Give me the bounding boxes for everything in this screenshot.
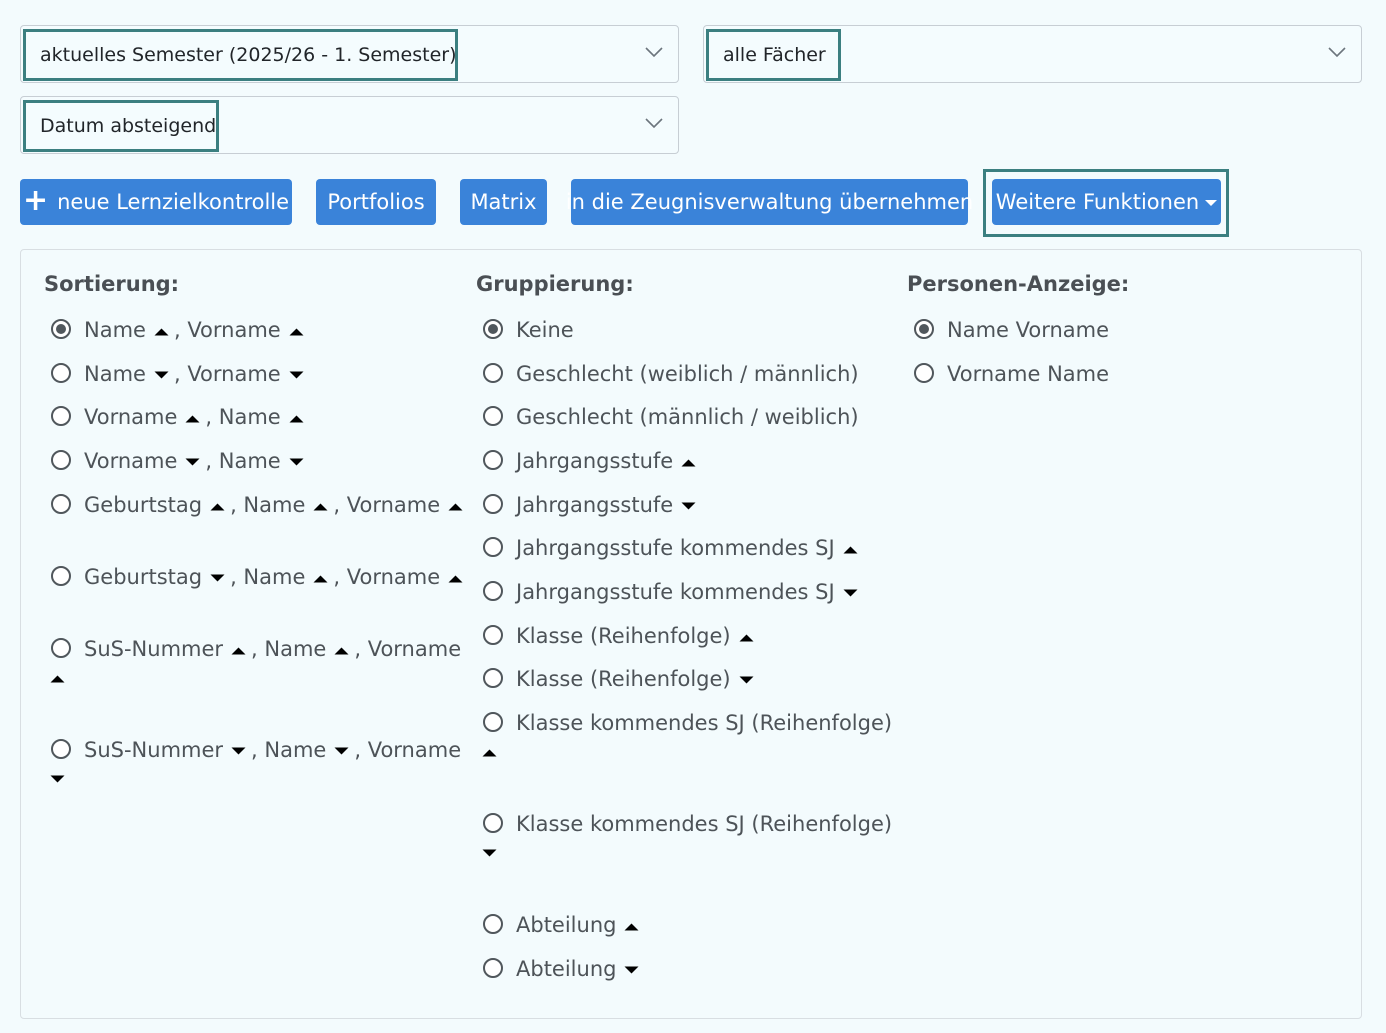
radio-button[interactable] [483,625,503,645]
radio-button[interactable] [51,363,71,383]
order-select-value: Datum absteigend [23,100,219,152]
more-functions-button[interactable]: Weitere Funktionen [992,179,1221,225]
chevron-down-icon [737,674,756,687]
chevron-up-icon [622,920,641,933]
chevron-down-icon [48,773,67,786]
chevron-up-icon [311,500,330,513]
plus-icon: + [22,182,49,218]
chevron-down-icon [622,964,641,977]
radio-button[interactable] [483,363,503,383]
chevron-down-icon [229,745,248,758]
chevron-down-icon [679,500,698,513]
radio-button[interactable] [483,450,503,470]
radio-button[interactable] [483,494,503,514]
portfolios-button[interactable]: Portfolios [316,179,436,225]
chevron-down-icon [332,745,351,758]
chevron-down-icon [287,456,306,469]
radio-button[interactable] [483,406,503,426]
chevron-down-icon [208,572,227,585]
chevron-up-icon [183,412,202,425]
subject-select-value: alle Fächer [706,29,841,81]
chevron-up-icon [208,500,227,513]
radio-button[interactable] [483,581,503,601]
new-assessment-label: neue Lernzielkontrolle [57,190,290,214]
radio-button[interactable] [51,638,71,658]
radio-button[interactable] [483,958,503,978]
chevron-down-icon [183,456,202,469]
chevron-down-icon [287,369,306,382]
caret-down-icon [1205,200,1218,206]
transfer-to-reports-button[interactable]: in die Zeugnisverwaltung übernehmen [566,179,973,225]
radio-button[interactable] [914,363,934,383]
chevron-up-icon [48,672,67,685]
radio-button[interactable] [483,668,503,688]
radio-button[interactable] [51,739,71,759]
display-title: Personen-Anzeige: [907,272,1130,296]
radio-button[interactable] [483,813,503,833]
chevron-down-icon [644,116,664,130]
radio-button[interactable] [51,494,71,514]
chevron-up-icon [841,543,860,556]
radio-button[interactable] [51,566,71,586]
radio-button[interactable] [914,319,934,339]
chevron-down-icon [841,587,860,600]
chevron-down-icon [152,369,171,382]
semester-select-value: aktuelles Semester (2025/26 - 1. Semeste… [23,29,458,81]
chevron-up-icon [311,572,330,585]
chevron-up-icon [287,412,306,425]
sorting-title: Sortierung: [44,272,180,296]
chevron-up-icon [287,325,306,338]
grouping-title: Gruppierung: [476,272,634,296]
radio-button[interactable] [483,537,503,557]
matrix-button[interactable]: Matrix [460,179,547,225]
chevron-up-icon [446,572,465,585]
radio-button[interactable] [483,319,503,339]
radio-button[interactable] [51,319,71,339]
new-assessment-button[interactable]: + neue Lernzielkontrolle [20,179,292,225]
chevron-down-icon [1327,45,1347,59]
chevron-up-icon [229,644,248,657]
subject-select[interactable]: alle Fächer [703,25,1362,83]
chevron-down-icon [644,45,664,59]
radio-button[interactable] [51,450,71,470]
chevron-up-icon [679,456,698,469]
order-select[interactable]: Datum absteigend [20,96,679,154]
more-functions-label: Weitere Funktionen [995,190,1200,214]
radio-button[interactable] [483,712,503,732]
chevron-up-icon [737,631,756,644]
chevron-up-icon [480,746,499,759]
semester-select[interactable]: aktuelles Semester (2025/26 - 1. Semeste… [20,25,679,83]
chevron-down-icon [480,847,499,860]
chevron-up-icon [152,325,171,338]
radio-button[interactable] [483,914,503,934]
chevron-up-icon [332,644,351,657]
chevron-up-icon [446,500,465,513]
radio-button[interactable] [51,406,71,426]
